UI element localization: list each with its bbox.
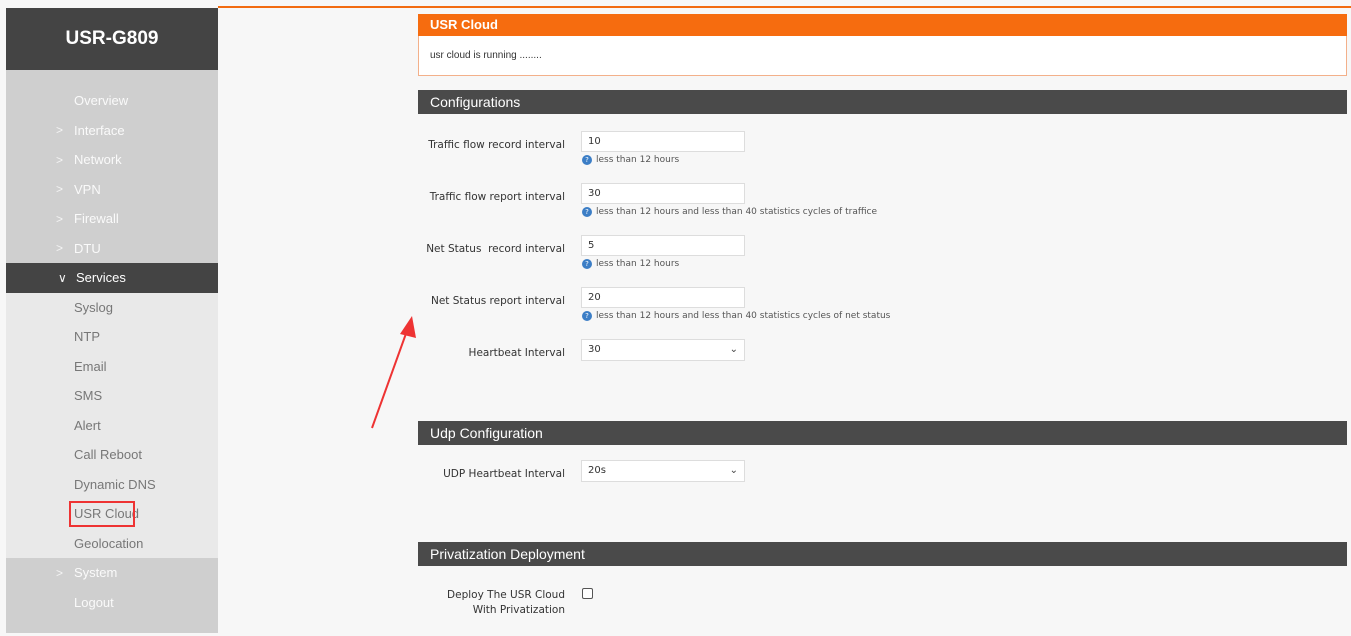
sidebar-subitem-label: Syslog [74, 299, 114, 315]
field-label: Net Status report interval [430, 295, 565, 307]
configurations-header: Configurations [418, 90, 1347, 114]
net-record-input[interactable]: 5 [581, 235, 745, 256]
net-record-row: Net Status record interval 5 ? less than … [418, 235, 1347, 287]
field-hint: ? less than 12 hours [582, 259, 679, 269]
sidebar-item-vpn[interactable]: > VPN [6, 175, 218, 205]
usr-cloud-header: USR Cloud [418, 14, 1347, 36]
sidebar-subitem-label: NTP [74, 329, 100, 345]
udp-heartbeat-row: UDP Heartbeat Interval 20s ⌄ [418, 460, 1347, 512]
udp-configuration-header: Udp Configuration [418, 421, 1347, 445]
field-hint: ? less than 12 hours and less than 40 sta… [582, 311, 890, 321]
sidebar-item-label: Overview [74, 93, 129, 109]
field-hint: ? less than 12 hours [582, 155, 679, 165]
net-report-row: Net Status report interval 20 ? less than… [418, 287, 1347, 339]
heartbeat-select[interactable]: 30 ⌄ [581, 339, 745, 361]
chevron-down-icon: ⌄ [729, 344, 738, 355]
chevron-right-icon: > [56, 182, 64, 197]
chevron-right-icon: > [56, 152, 64, 167]
help-icon: ? [582, 311, 592, 321]
chevron-right-icon: > [56, 123, 64, 138]
sidebar-item-label: Interface [74, 122, 125, 138]
sidebar-subitem-sms[interactable]: SMS [6, 381, 218, 411]
sidebar: USR-G809 Overview > Interface > Network > V… [6, 8, 218, 633]
cloud-status-box: usr cloud is running ........ [418, 36, 1347, 76]
select-value: 30 [588, 344, 601, 355]
sidebar-subitem-label: Call Reboot [74, 447, 142, 463]
field-hint: ? less than 12 hours and less than 40 sta… [582, 207, 877, 217]
privatization-row: Deploy The USR Cloud With Privatization [418, 584, 1347, 636]
sidebar-item-label: Network [74, 152, 122, 168]
sidebar-subitem-label: SMS [74, 388, 103, 404]
udp-heartbeat-select[interactable]: 20s ⌄ [581, 460, 745, 482]
field-label: Deploy The USR Cloud With Privatization [447, 588, 565, 618]
sidebar-subitem-ntp[interactable]: NTP [6, 322, 218, 352]
hint-text: less than 12 hours and less than 40 stat… [596, 311, 891, 321]
sidebar-subitem-call-reboot[interactable]: Call Reboot [6, 440, 218, 470]
chevron-down-icon: ⌄ [729, 465, 738, 476]
top-accent-line [218, 6, 1351, 8]
chevron-right-icon: > [56, 211, 64, 226]
sidebar-subitem-geolocation[interactable]: Geolocation [6, 529, 218, 559]
sidebar-item-logout[interactable]: Logout [6, 588, 218, 618]
sidebar-subitem-syslog[interactable]: Syslog [6, 293, 218, 323]
field-label: UDP Heartbeat Interval [443, 468, 565, 480]
privatization-checkbox[interactable] [582, 588, 593, 599]
hint-text: less than 12 hours [596, 259, 680, 269]
help-icon: ? [582, 155, 592, 165]
sidebar-subitem-label: Email [74, 358, 107, 374]
field-label: Heartbeat Interval [468, 347, 565, 359]
chevron-down-icon: ∨ [58, 270, 67, 285]
sidebar-item-services[interactable]: ∨ Services [6, 263, 218, 293]
sidebar-subitem-label: Geolocation [74, 535, 144, 551]
sidebar-subitem-label: Alert [74, 417, 101, 433]
sidebar-item-interface[interactable]: > Interface [6, 116, 218, 146]
highlight-box [69, 501, 135, 527]
sidebar-nav: Overview > Interface > Network > VPN > Firew… [6, 70, 218, 617]
select-value: 20s [588, 465, 606, 476]
sidebar-subitem-email[interactable]: Email [6, 352, 218, 382]
hint-text: less than 12 hours [596, 155, 680, 165]
sidebar-item-dtu[interactable]: > DTU [6, 234, 218, 264]
label-line: Deploy The USR Cloud [447, 589, 565, 601]
label-line: With Privatization [472, 604, 565, 616]
field-label: Traffic flow record interval [428, 139, 565, 151]
help-icon: ? [582, 207, 592, 217]
chevron-right-icon: > [56, 565, 64, 580]
traffic-record-input[interactable]: 10 [581, 131, 745, 152]
traffic-report-row: Traffic flow report interval 30 ? less th… [418, 183, 1347, 235]
main-content: USR Cloud usr cloud is running ........ … [418, 14, 1347, 636]
help-icon: ? [582, 259, 592, 269]
services-submenu: Syslog NTP Email SMS Alert Call Reboot D… [6, 292, 218, 559]
sidebar-item-overview[interactable]: Overview [6, 86, 218, 116]
cloud-status-text: usr cloud is running ........ [430, 50, 542, 61]
brand-logo: USR-G809 [6, 8, 218, 70]
sidebar-item-label: System [74, 565, 118, 581]
sidebar-subitem-alert[interactable]: Alert [6, 411, 218, 441]
hint-text: less than 12 hours and less than 40 stat… [596, 207, 878, 217]
sidebar-item-label: Firewall [74, 211, 119, 227]
brand-name: USR-G809 [65, 28, 159, 49]
sidebar-item-label: VPN [74, 181, 101, 197]
sidebar-item-label: Services [76, 270, 126, 286]
sidebar-subitem-usr-cloud[interactable]: USR Cloud [6, 499, 218, 529]
field-label: Net Status record interval [426, 243, 565, 255]
traffic-report-input[interactable]: 30 [581, 183, 745, 204]
sidebar-item-network[interactable]: > Network [6, 145, 218, 175]
heartbeat-row: Heartbeat Interval 30 ⌄ [418, 339, 1347, 391]
field-label: Traffic flow report interval [429, 191, 565, 203]
sidebar-item-label: Logout [74, 594, 114, 610]
net-report-input[interactable]: 20 [581, 287, 745, 308]
chevron-right-icon: > [56, 241, 64, 256]
privatization-header: Privatization Deployment [418, 542, 1347, 566]
sidebar-subitem-label: Dynamic DNS [74, 476, 156, 492]
sidebar-item-firewall[interactable]: > Firewall [6, 204, 218, 234]
sidebar-item-label: DTU [74, 240, 101, 256]
sidebar-item-system[interactable]: > System [6, 558, 218, 588]
traffic-record-row: Traffic flow record interval 10 ? less th… [418, 131, 1347, 183]
sidebar-subitem-dynamic-dns[interactable]: Dynamic DNS [6, 470, 218, 500]
